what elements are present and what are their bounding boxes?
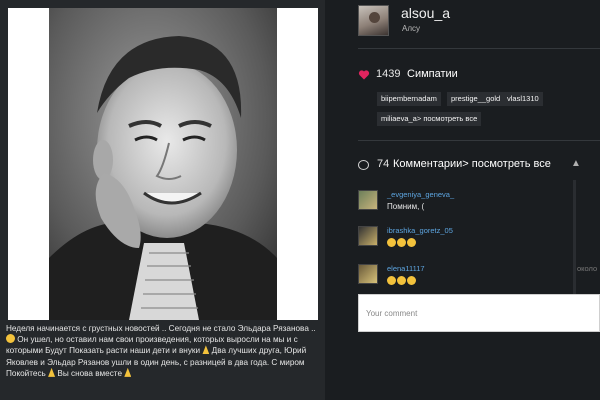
crying-face-emoji-icon: [397, 238, 406, 247]
praying-hands-emoji-icon: [124, 367, 132, 377]
heart-icon[interactable]: [358, 69, 370, 81]
portrait-illustration: [49, 8, 277, 320]
chevron-up-icon[interactable]: ▲: [569, 157, 583, 171]
comment-avatar[interactable]: [358, 226, 378, 246]
likes-divider: [358, 140, 600, 141]
liker-chip[interactable]: biipembernadam: [377, 92, 441, 106]
comment-input-box[interactable]: [358, 294, 600, 332]
crying-face-emoji-icon: [397, 276, 406, 285]
caption-text-4: Вы снова вместе: [57, 368, 122, 378]
crying-face-emoji-icon: [407, 238, 416, 247]
post-caption: Неделя начинается с грустных новостей ..…: [6, 323, 318, 379]
sad-face-emoji-icon: [6, 334, 15, 344]
post-details-panel: alsou_a Алсу 1439 Симпатии biipembernada…: [325, 0, 600, 400]
likes-count: 1439: [376, 68, 401, 80]
praying-hands-emoji-icon: [48, 367, 56, 377]
header-divider: [358, 48, 600, 49]
caption-text-1: Неделя начинается с грустных новостей ..…: [6, 324, 316, 333]
comment-emoji-row: [387, 238, 417, 249]
post-media-panel: Неделя начинается с грустных новостей ..…: [0, 0, 325, 400]
liker-chip[interactable]: prestige__gold: [447, 92, 505, 106]
comment-username[interactable]: _evgeniya_geneva_: [387, 190, 454, 199]
likes-label: Симпатии: [407, 68, 458, 80]
crying-face-emoji-icon: [387, 238, 396, 247]
crying-face-emoji-icon: [407, 276, 416, 285]
comments-count: 74: [377, 158, 390, 170]
comment-input[interactable]: [359, 295, 599, 331]
comment-avatar[interactable]: [358, 264, 378, 284]
comment-username[interactable]: ibrashka_goretz_05: [387, 226, 453, 235]
comment-avatar[interactable]: [358, 190, 378, 210]
comment-username[interactable]: elena11117: [387, 264, 425, 273]
comments-scrollbar[interactable]: [573, 180, 576, 305]
profile-avatar[interactable]: [358, 5, 389, 36]
liker-username: miliaeva_a: [381, 114, 417, 123]
liker-chip[interactable]: vlasl1310: [503, 92, 543, 106]
comment-timestamp: около: [577, 264, 598, 273]
profile-full-name: Алсу: [402, 24, 421, 33]
comments-see-all-link[interactable]: Комментарии> посмотреть все: [393, 158, 551, 170]
post-photo-frame: [8, 8, 318, 320]
post-photo[interactable]: [49, 8, 277, 320]
see-all-suffix: > посмотреть все: [416, 114, 478, 123]
comment-emoji-row: [387, 276, 417, 287]
praying-hands-emoji-icon: [202, 345, 210, 355]
crying-face-emoji-icon: [387, 276, 396, 285]
likers-see-all-link[interactable]: miliaeva_a> посмотреть все: [377, 112, 482, 126]
comment-text: Помним, (: [387, 202, 425, 211]
profile-username[interactable]: alsou_a: [401, 5, 450, 21]
speech-bubble-icon[interactable]: [358, 160, 369, 170]
